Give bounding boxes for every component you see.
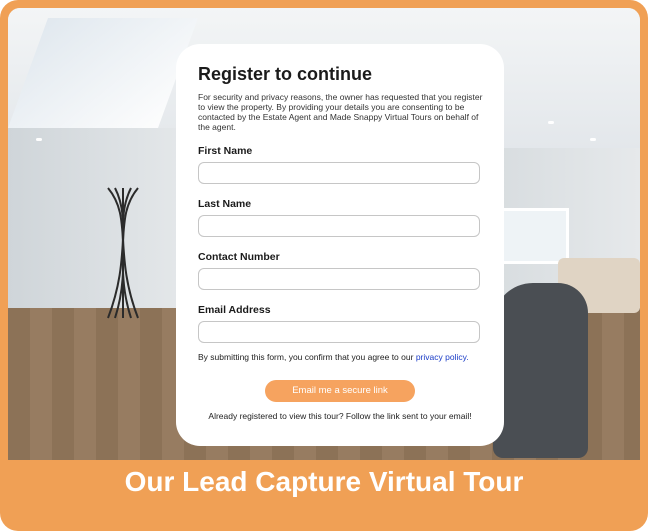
form-title: Register to continue	[198, 64, 373, 84]
virtual-tour-background[interactable]: Register to continue For security and pr…	[8, 8, 640, 460]
consent-text: By submitting this form, you confirm tha…	[198, 352, 483, 362]
first-name-input[interactable]	[198, 162, 480, 184]
email-address-label: Email Address	[198, 304, 271, 316]
banner-title: Our Lead Capture Virtual Tour	[124, 466, 524, 497]
armchair	[493, 283, 588, 458]
contact-number-label: Contact Number	[198, 251, 280, 263]
consent-message: By submitting this form, you confirm tha…	[198, 352, 414, 362]
ceiling-light	[548, 121, 554, 124]
registration-card: Register to continue For security and pr…	[176, 44, 504, 446]
ceiling-light	[590, 138, 596, 141]
first-name-label: First Name	[198, 145, 253, 157]
window	[498, 208, 569, 264]
last-name-input[interactable]	[198, 215, 480, 237]
last-name-label: Last Name	[198, 198, 252, 210]
email-secure-link-button[interactable]: Email me a secure link	[265, 380, 415, 402]
email-address-input[interactable]	[198, 321, 480, 343]
already-registered-text: Already registered to view this tour? Fo…	[208, 411, 472, 421]
contact-number-input[interactable]	[198, 268, 480, 290]
form-description: For security and privacy reasons, the ow…	[198, 92, 483, 132]
promo-frame: Register to continue For security and pr…	[0, 0, 648, 531]
radiator-icon	[107, 187, 139, 319]
privacy-policy-link[interactable]: privacy policy.	[416, 352, 469, 362]
ceiling-light	[36, 138, 42, 141]
